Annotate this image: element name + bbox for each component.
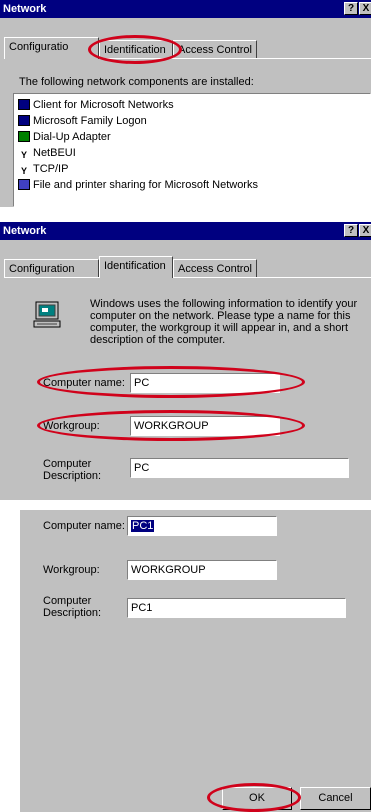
network-service-icon	[18, 179, 30, 190]
help-button[interactable]: ?	[344, 224, 358, 237]
network-protocol-icon: Y	[20, 150, 27, 160]
computer-description-label-line1: Computer	[43, 458, 92, 470]
dialog-title: Network	[3, 3, 47, 15]
list-item-label: NetBEUI	[33, 147, 76, 159]
components-caption: The following network components are ins…	[19, 76, 254, 88]
list-item-label: File and printer sharing for Microsoft N…	[33, 179, 258, 191]
tab-configuration[interactable]: Configuratio	[4, 37, 99, 59]
computer-icon	[33, 301, 61, 328]
computer-description-label-line2: Description:	[43, 470, 102, 482]
tab-access-control[interactable]: Access Control	[173, 40, 257, 59]
list-item[interactable]: File and printer sharing for Microsoft N…	[18, 178, 258, 192]
list-item[interactable]: Y NetBEUI	[18, 146, 76, 160]
list-item-label: Client for Microsoft Networks	[33, 99, 174, 111]
list-item-label: TCP/IP	[33, 163, 69, 175]
cancel-button[interactable]: Cancel	[300, 787, 371, 810]
computer-name-field[interactable]: PC	[130, 373, 280, 393]
selected-text: PC1	[131, 520, 155, 532]
dialog-titlebar: Network ? X	[0, 0, 371, 18]
computer-description-label: Computer Description:	[43, 458, 101, 482]
computer-description-label-line1: Computer	[43, 595, 92, 607]
workgroup-label: Workgroup:	[43, 420, 100, 432]
components-list[interactable]: Client for Microsoft Networks Microsoft …	[13, 93, 371, 207]
network-dialog-identification: Network ? X Configuration Identification…	[0, 222, 371, 500]
list-item-label: Microsoft Family Logon	[33, 115, 147, 127]
ok-button[interactable]: OK	[222, 787, 292, 810]
computer-name-label: Computer name:	[43, 520, 125, 532]
computer-description-field[interactable]: PC1	[127, 598, 346, 618]
list-item-label: Dial-Up Adapter	[33, 131, 111, 143]
tab-baseline	[4, 277, 371, 278]
close-button[interactable]: X	[359, 224, 371, 237]
list-item[interactable]: Y TCP/IP	[18, 162, 68, 176]
dialog-titlebar: Network ? X	[0, 222, 371, 240]
identification-edited: Computer name: PC1 Workgroup: WORKGROUP …	[20, 510, 371, 812]
identification-description: Windows uses the following information t…	[90, 298, 358, 346]
tab-identification[interactable]: Identification	[99, 40, 173, 59]
workgroup-label: Workgroup:	[43, 564, 100, 576]
network-adapter-icon	[18, 131, 30, 142]
tab-identification[interactable]: Identification	[99, 256, 173, 278]
list-item[interactable]: Dial-Up Adapter	[18, 130, 111, 144]
workgroup-field[interactable]: WORKGROUP	[130, 416, 280, 436]
list-item[interactable]: Microsoft Family Logon	[18, 114, 147, 128]
network-client-icon	[18, 115, 30, 126]
dialog-title: Network	[3, 225, 47, 237]
computer-description-label: Computer Description:	[43, 595, 101, 619]
network-protocol-icon: Y	[20, 166, 27, 176]
tab-configuration[interactable]: Configuration	[4, 259, 99, 278]
computer-description-label-line2: Description:	[43, 607, 102, 619]
network-dialog-configuration: Network ? X Configuratio Identification …	[0, 0, 371, 207]
help-button[interactable]: ?	[344, 2, 358, 15]
close-button[interactable]: X	[359, 2, 371, 15]
network-client-icon	[18, 99, 30, 110]
computer-name-label: Computer name:	[43, 377, 125, 389]
workgroup-field[interactable]: WORKGROUP	[127, 560, 277, 580]
tab-access-control[interactable]: Access Control	[173, 259, 257, 278]
computer-name-field[interactable]: PC1	[127, 516, 277, 536]
list-item[interactable]: Client for Microsoft Networks	[18, 98, 174, 112]
computer-description-field[interactable]: PC	[130, 458, 349, 478]
